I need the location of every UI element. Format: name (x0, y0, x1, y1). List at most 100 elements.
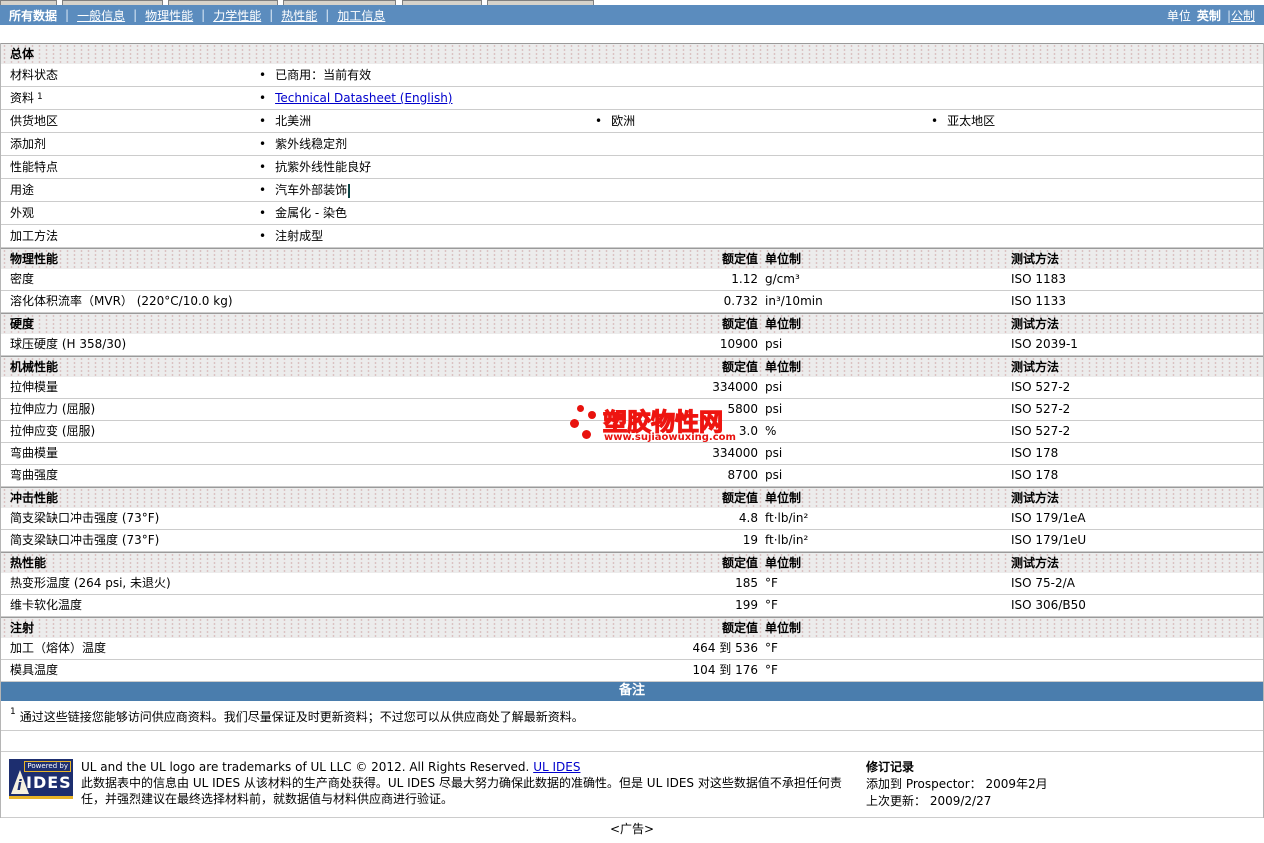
row-value: • 汽车外部装饰 (259, 179, 351, 201)
row-label: 材料状态 (10, 68, 59, 82)
bullet-icon: • (259, 206, 267, 220)
nav-link-6[interactable]: 加工信息 (337, 7, 385, 24)
ad-placeholder: <广告> (0, 818, 1264, 842)
ides-logo: Powered by i IDES (9, 759, 73, 799)
row-label: 供货地区 (10, 114, 59, 128)
property-row: 拉伸模量 334000 psi ISO 527-2 (1, 377, 1263, 399)
datasheet-link[interactable]: Technical Datasheet (English) (275, 91, 452, 105)
property-value: 4.8 (738, 511, 758, 525)
nav-link-4[interactable]: 力学性能 (213, 7, 261, 24)
row-value-text: 紫外线稳定剂 (275, 137, 348, 151)
datasheet-table: 总体 材料状态 • 已商用：当前有效 资料 1 • Technical Datasheet (… (1, 43, 1263, 682)
property-row: 球压硬度 (H 358/30) 10900 psi ISO 2039-1 (1, 334, 1263, 356)
row-value: • 金属化 - 染色 (259, 202, 347, 224)
section-header-general: 总体 (1, 43, 1263, 64)
tab-remnant (402, 0, 482, 5)
bullet-icon: • (259, 229, 267, 243)
row-value: • Technical Datasheet (English) (259, 87, 452, 109)
row-value: • 亚太地区 (931, 110, 995, 132)
bullet-icon: • (259, 183, 267, 197)
property-value: 334000 (712, 380, 758, 394)
row-value: • 已商用：当前有效 (259, 64, 371, 86)
spacer (0, 25, 1264, 43)
property-value: 199 (735, 598, 758, 612)
col-header-value: 额定值 (721, 556, 758, 570)
property-row: 加工（熔体）温度 464 到 536 °F (1, 638, 1263, 660)
general-row: 外观 • 金属化 - 染色 (1, 202, 1263, 225)
nav-link-2[interactable]: 一般信息 (77, 7, 125, 24)
section-title: 硬度 (10, 317, 35, 331)
test-method: ISO 2039-1 (1011, 337, 1078, 351)
property-row: 密度 1.12 g/cm³ ISO 1183 (1, 269, 1263, 291)
revision-updated: 上次更新： 2009/2/27 (866, 794, 992, 808)
nav-links: 所有数据 | 一般信息 | 物理性能 | 力学性能 | 热性能 | 加工信息 (9, 7, 392, 24)
property-unit: g/cm³ (765, 272, 800, 286)
property-unit: % (765, 424, 777, 438)
footnote: 1 通过这些链接您能够访问供应商资料。我们尽量保证及时更新资料；不过您可以从供应商… (1, 701, 1263, 731)
property-row: 拉伸应变 (屈服) 3.0% ISO 527-2 (1, 421, 1263, 443)
nav-link-1[interactable]: 所有数据 (9, 7, 57, 24)
col-header-unit: 单位制 (765, 621, 802, 635)
general-row: 加工方法 • 注射成型 (1, 225, 1263, 248)
footnote-text: 通过这些链接您能够访问供应商资料。我们尽量保证及时更新资料；不过您可以从供应商处… (19, 710, 584, 724)
row-value-text: 欧洲 (611, 114, 636, 128)
test-method: ISO 1183 (1011, 272, 1066, 286)
tab-remnant (0, 0, 57, 5)
property-row: 简支梁缺口冲击强度 (73°F) 19 ft·lb/in² ISO 179/1eU (1, 530, 1263, 552)
ul-ides-link[interactable]: UL IDES (533, 760, 580, 774)
row-value-text: 金属化 - 染色 (275, 206, 348, 220)
property-label: 溶化体积流率（MVR） (220°C/10.0 kg) (10, 294, 233, 308)
property-label: 热变形温度 (264 psi, 未退火) (10, 576, 171, 590)
row-value: • 北美洲 (259, 110, 311, 132)
property-unit: in³/10min (765, 294, 823, 308)
section-header: 热性能 额定值 单位制 测试方法 (1, 552, 1263, 573)
col-header-method: 测试方法 (1011, 360, 1060, 374)
units-label: 单位 (1166, 8, 1191, 23)
section-title: 物理性能 (10, 252, 59, 266)
test-method: ISO 1133 (1011, 294, 1066, 308)
row-value-text: 亚太地区 (947, 114, 996, 128)
property-unit: psi (765, 402, 783, 416)
footer-text: UL and the UL logo are trademarks of UL … (81, 759, 861, 807)
property-unit: °F (765, 598, 778, 612)
section-header: 硬度 额定值 单位制 测试方法 (1, 313, 1263, 334)
property-row: 溶化体积流率（MVR） (220°C/10.0 kg) 0.732 in³/10mi… (1, 291, 1263, 313)
ides-brand: IDES (26, 773, 72, 792)
col-header-unit: 单位制 (765, 360, 802, 374)
property-unit: °F (765, 576, 778, 590)
section-header: 物理性能 额定值 单位制 测试方法 (1, 248, 1263, 269)
revision-added: 添加到 Prospector： 2009年2月 (866, 777, 1048, 791)
property-value: 334000 (712, 446, 758, 460)
unit-metric-link[interactable]: 公制 (1231, 9, 1255, 23)
nav-link-5[interactable]: 热性能 (281, 7, 317, 24)
section-title: 总体 (10, 47, 35, 61)
property-label: 加工（熔体）温度 (10, 641, 107, 655)
footnote-marker: 1 (10, 707, 16, 717)
revision-title: 修订记录 (866, 760, 915, 774)
notes-bar: 备注 (1, 682, 1263, 701)
property-label: 拉伸模量 (10, 380, 59, 394)
tab-remnant (283, 0, 396, 5)
row-value: • 抗紫外线性能良好 (259, 156, 371, 178)
nav-link-3[interactable]: 物理性能 (145, 7, 193, 24)
col-header-unit: 单位制 (765, 491, 802, 505)
general-row: 性能特点 • 抗紫外线性能良好 (1, 156, 1263, 179)
trademark-text: UL and the UL logo are trademarks of UL … (81, 760, 530, 774)
property-unit: ft·lb/in² (765, 511, 809, 525)
property-value: 8700 (727, 468, 758, 482)
row-label: 外观 (10, 206, 35, 220)
col-header-unit: 单位制 (765, 556, 802, 570)
col-header-value: 额定值 (721, 360, 758, 374)
powered-by-label: Powered by (24, 761, 71, 772)
unit-imperial-current[interactable]: 英制 (1197, 9, 1221, 23)
property-value: 464 到 536 (692, 641, 758, 655)
row-value: • 欧洲 (595, 110, 635, 132)
property-label: 拉伸应变 (屈服) (10, 424, 96, 438)
bullet-icon: • (931, 114, 939, 128)
test-method: ISO 179/1eU (1011, 533, 1087, 547)
tab-remnant (62, 0, 163, 5)
trademark-line: UL and the UL logo are trademarks of UL … (81, 759, 861, 775)
bullet-icon: • (595, 114, 603, 128)
browser-tab-strip (0, 0, 1264, 5)
property-value: 5800 (727, 402, 758, 416)
